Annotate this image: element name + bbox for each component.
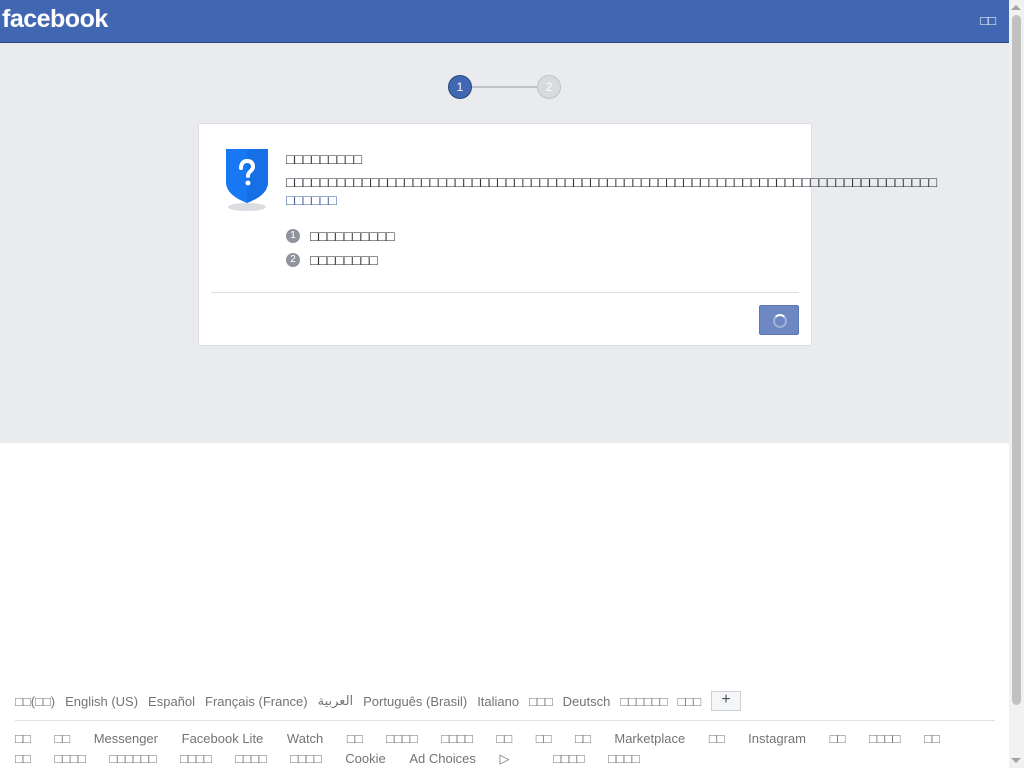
footer-links: □□ □□ Messenger Facebook Lite Watch □□ □… — [15, 729, 995, 769]
stepper-line — [472, 86, 538, 88]
footer-link[interactable]: □□ — [54, 729, 70, 749]
step-number-icon: 1 — [286, 229, 300, 243]
footer-link[interactable]: Cookie — [345, 749, 385, 769]
footer-link[interactable]: □□□□ — [608, 749, 639, 769]
footer-link[interactable]: □□ — [830, 729, 846, 749]
verification-step-label: □□□□□□□□□□ — [310, 228, 395, 244]
learn-more-link[interactable]: □□□□□□ — [286, 192, 337, 208]
footer-link[interactable]: □□□□ — [386, 729, 417, 749]
language-link[interactable]: Deutsch — [563, 694, 611, 709]
security-shield-icon — [226, 149, 268, 211]
header-right-link[interactable]: □□ — [980, 13, 996, 28]
footer-link[interactable]: Facebook Lite — [182, 729, 264, 749]
language-link-current[interactable]: □□(□□) — [15, 694, 55, 709]
language-link[interactable]: Français (France) — [205, 694, 308, 709]
language-link[interactable]: العربية — [318, 693, 354, 709]
step-number-icon: 2 — [286, 253, 300, 267]
ad-choices-label: Ad Choices — [409, 751, 476, 766]
footer-link[interactable]: □□□□ — [235, 749, 266, 769]
continue-button[interactable] — [759, 305, 799, 335]
scroll-down-icon[interactable] — [1011, 758, 1021, 763]
footer-link[interactable]: □□ — [496, 729, 512, 749]
footer-link[interactable]: □□ — [575, 729, 591, 749]
footer-link[interactable]: □□ — [347, 729, 363, 749]
more-languages-button[interactable]: + — [711, 691, 742, 711]
footer-link[interactable]: □□□□ — [553, 749, 584, 769]
step-1-indicator: 1 — [448, 75, 472, 99]
footer-link[interactable]: Watch — [287, 729, 323, 749]
footer-link[interactable]: □□□□ — [180, 749, 211, 769]
card-title: □□□□□□□□□ — [286, 151, 363, 167]
ad-choices-icon: ▷ — [499, 751, 510, 766]
footer-link[interactable]: □□□□ — [869, 729, 900, 749]
scrollbar-thumb[interactable] — [1012, 15, 1021, 705]
security-check-card: □□□□□□□□□ □□□□□□□□□□□□□□□□□□□□□□□□□□□□□□… — [198, 123, 937, 346]
footer-link[interactable]: □□□□□□ — [109, 749, 156, 769]
footer-link[interactable]: Ad Choices ▷ — [409, 749, 529, 769]
language-link[interactable]: □□□ — [529, 694, 553, 709]
page-footer: □□(□□) English (US) Español Français (Fr… — [15, 690, 995, 769]
language-link[interactable]: Português (Brasil) — [363, 694, 467, 709]
language-selector: □□(□□) English (US) Español Français (Fr… — [15, 690, 995, 712]
footer-link[interactable]: Instagram — [748, 729, 806, 749]
step-2-indicator: 2 — [537, 75, 561, 99]
progress-stepper: 1 2 — [448, 75, 564, 99]
facebook-logo[interactable]: facebook — [2, 5, 108, 34]
verification-step-row: 1 □□□□□□□□□□ — [286, 224, 395, 248]
card-description: □□□□□□□□□□□□□□□□□□□□□□□□□□□□□□□□□□□□□□□□… — [286, 173, 937, 209]
card-divider — [211, 292, 799, 293]
footer-link[interactable]: □□ — [15, 749, 31, 769]
footer-link[interactable]: □□ — [709, 729, 725, 749]
language-link[interactable]: English (US) — [65, 694, 138, 709]
language-link[interactable]: Español — [148, 694, 195, 709]
footer-link[interactable]: Marketplace — [614, 729, 685, 749]
language-link[interactable]: □□□ — [678, 694, 702, 709]
footer-divider — [15, 720, 995, 721]
footer-link[interactable]: □□□□ — [290, 749, 321, 769]
loading-spinner-icon — [773, 314, 787, 328]
vertical-scrollbar[interactable] — [1009, 0, 1024, 768]
top-navigation-bar: facebook □□ — [0, 0, 1009, 43]
footer-link[interactable]: □□ — [924, 729, 940, 749]
language-link[interactable]: Italiano — [477, 694, 519, 709]
footer-link[interactable]: □□□□ — [54, 749, 85, 769]
verification-step-row: 2 □□□□□□□□ — [286, 248, 395, 272]
scroll-up-icon[interactable] — [1011, 5, 1021, 10]
footer-link[interactable]: □□ — [536, 729, 552, 749]
footer-link[interactable]: □□□□ — [441, 729, 472, 749]
footer-link[interactable]: □□ — [15, 729, 31, 749]
language-link[interactable]: □□□□□□ — [620, 694, 667, 709]
verification-step-label: □□□□□□□□ — [310, 252, 378, 268]
description-text: □□□□□□□□□□□□□□□□□□□□□□□□□□□□□□□□□□□□□□□□… — [286, 174, 938, 190]
verification-steps-list: 1 □□□□□□□□□□ 2 □□□□□□□□ — [286, 224, 395, 272]
footer-link[interactable]: Messenger — [94, 729, 158, 749]
